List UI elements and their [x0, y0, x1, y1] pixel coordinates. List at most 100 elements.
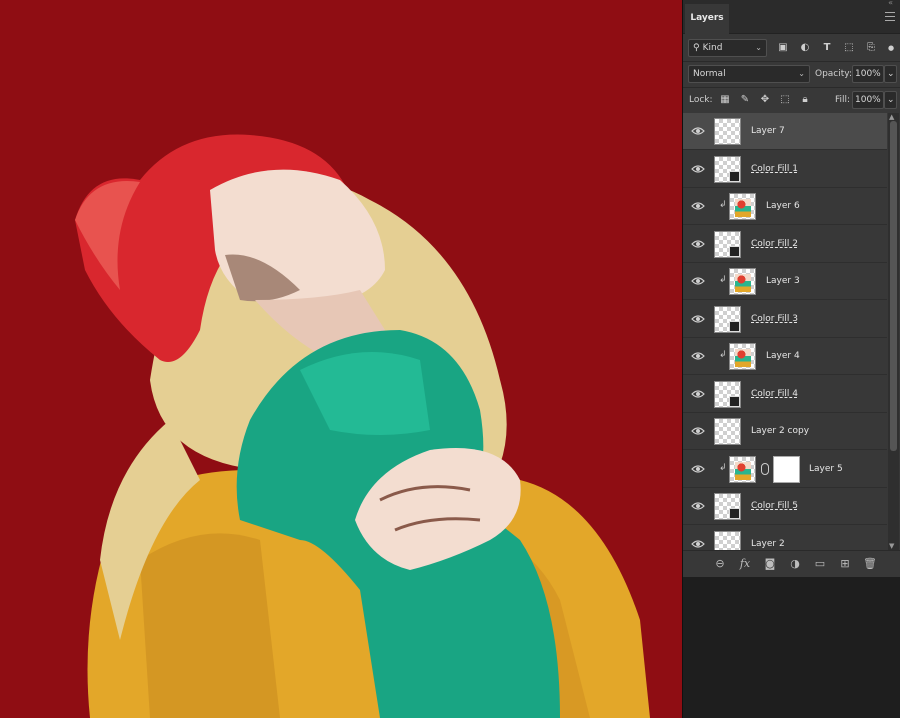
layer-thumbnail[interactable] — [714, 380, 741, 408]
document-canvas[interactable] — [0, 0, 682, 718]
type-filter-icon[interactable]: T — [820, 41, 834, 55]
visibility-eye-icon[interactable] — [691, 276, 705, 286]
lock-transparent-icon[interactable]: ▦ — [718, 93, 732, 107]
visibility-eye-icon[interactable] — [691, 501, 705, 511]
scroll-down-icon[interactable]: ▼ — [889, 542, 894, 550]
layer-row[interactable]: Color Fill 3 — [683, 300, 887, 338]
lock-artboard-icon[interactable]: ⬚ — [778, 93, 792, 107]
layer-thumbnail[interactable] — [714, 305, 741, 333]
layer-thumbnail[interactable] — [714, 230, 741, 258]
panel-footer: ⊖ fx ◙ ◑ ▭ ⊞ 🗑︎ — [683, 550, 900, 577]
smart-object-filter-icon[interactable]: ⎘ — [864, 41, 878, 55]
layers-list: Layer 7 Color Fill 1 ↲ Layer 6 Color Fill 2 ↲… — [683, 113, 887, 550]
visibility-eye-icon[interactable] — [691, 426, 705, 436]
fill-input[interactable]: 100% — [852, 91, 884, 109]
visibility-eye-icon[interactable] — [691, 351, 705, 361]
fill-layer-badge-icon — [729, 508, 740, 519]
fill-chevron-icon[interactable]: ⌄ — [884, 91, 897, 109]
layer-row[interactable]: Layer 2 copy — [683, 413, 887, 450]
layer-name[interactable]: Color Fill 2 — [751, 237, 798, 251]
visibility-eye-icon[interactable] — [691, 126, 705, 136]
artwork-illustration — [75, 134, 650, 718]
layer-row[interactable]: ↲ Layer 6 — [683, 188, 887, 225]
layer-row[interactable]: Layer 7 — [683, 113, 887, 150]
panel-menu-icon[interactable] — [885, 12, 895, 21]
trash-icon[interactable]: 🗑︎ — [862, 556, 878, 572]
mask-icon[interactable]: ◙ — [762, 556, 778, 572]
layer-name[interactable]: Layer 6 — [766, 199, 800, 213]
fill-label: Fill: — [835, 95, 851, 105]
layer-name[interactable]: Layer 7 — [751, 124, 785, 138]
chevron-down-icon: ⌄ — [798, 69, 805, 78]
adjustment-filter-icon[interactable]: ◐ — [798, 41, 812, 55]
clipping-mask-icon: ↲ — [719, 200, 727, 210]
layer-row[interactable]: ↲ Layer 5 — [683, 450, 887, 488]
visibility-eye-icon[interactable] — [691, 464, 705, 474]
fill-layer-badge-icon — [729, 320, 740, 332]
shape-filter-icon[interactable]: ⬚ — [842, 41, 856, 55]
scrollbar-thumb[interactable] — [890, 121, 897, 451]
blend-mode-value: Normal — [693, 69, 726, 79]
opacity-input[interactable]: 100% — [852, 65, 884, 83]
visibility-eye-icon[interactable] — [691, 539, 705, 549]
visibility-eye-icon[interactable] — [691, 201, 705, 211]
link-icon[interactable]: ⊖ — [712, 556, 728, 572]
fill-layer-badge-icon — [729, 170, 740, 182]
fill-layer-badge-icon — [729, 395, 740, 407]
layer-thumbnail[interactable] — [714, 418, 741, 445]
layer-name[interactable]: Layer 3 — [766, 274, 800, 288]
layer-name[interactable]: Color Fill 4 — [751, 387, 798, 401]
layer-row[interactable]: ↲ Layer 4 — [683, 338, 887, 375]
visibility-eye-icon[interactable] — [691, 239, 705, 249]
collapse-arrows-icon[interactable]: « — [888, 0, 893, 7]
layer-thumbnail[interactable] — [714, 118, 741, 145]
layer-name[interactable]: Layer 4 — [766, 349, 800, 363]
layer-name[interactable]: Layer 2 copy — [751, 424, 809, 438]
lock-brush-icon[interactable]: ✎ — [738, 93, 752, 107]
layer-row[interactable]: Color Fill 2 — [683, 225, 887, 263]
fx-icon[interactable]: fx — [737, 556, 753, 572]
layer-name[interactable]: Layer 5 — [809, 462, 843, 476]
layer-thumbnail[interactable] — [714, 493, 741, 520]
clipping-mask-icon: ↲ — [719, 350, 727, 360]
lock-all-icon[interactable]: 🔒︎ — [798, 93, 812, 107]
layer-thumbnail[interactable] — [729, 193, 756, 220]
filter-kind-dropdown[interactable]: ⚲ Kind ⌄ — [688, 39, 767, 57]
visibility-eye-icon[interactable] — [691, 314, 705, 324]
layer-thumbnail[interactable] — [714, 530, 741, 550]
layer-name[interactable]: Color Fill 3 — [751, 312, 798, 326]
layer-name[interactable]: Color Fill 1 — [751, 162, 798, 176]
layer-thumbnail[interactable] — [729, 455, 756, 483]
layer-row[interactable]: Color Fill 1 — [683, 150, 887, 188]
layer-thumbnail[interactable] — [729, 268, 756, 295]
opacity-chevron-icon[interactable]: ⌄ — [884, 65, 897, 83]
new-layer-icon[interactable]: ⊞ — [837, 556, 853, 572]
visibility-eye-icon[interactable] — [691, 389, 705, 399]
layer-row[interactable]: Color Fill 4 — [683, 375, 887, 413]
lock-move-icon[interactable]: ✥ — [758, 93, 772, 107]
filter-toggle-icon[interactable]: ● — [884, 41, 898, 55]
clipping-mask-icon: ↲ — [719, 275, 727, 285]
layer-thumbnail[interactable] — [714, 155, 741, 183]
adjustment-icon[interactable]: ◑ — [787, 556, 803, 572]
layer-row[interactable]: Color Fill 5 — [683, 488, 887, 525]
pixel-filter-icon[interactable]: ▣ — [776, 41, 790, 55]
mask-link-icon[interactable] — [761, 462, 769, 475]
scroll-up-icon[interactable]: ▲ — [889, 113, 894, 121]
search-icon: ⚲ — [693, 43, 700, 53]
filter-kind-value: Kind — [702, 43, 723, 53]
layer-row[interactable]: ↲ Layer 3 — [683, 263, 887, 300]
visibility-eye-icon[interactable] — [691, 164, 705, 174]
panel-tabbar: Layers « — [683, 0, 900, 34]
chevron-down-icon: ⌄ — [755, 43, 762, 52]
layer-thumbnail[interactable] — [729, 343, 756, 370]
layer-row[interactable]: Layer 2 — [683, 525, 887, 551]
tab-layers[interactable]: Layers — [685, 4, 729, 34]
layers-scrollbar[interactable]: ▲ ▼ — [888, 113, 899, 550]
layer-name[interactable]: Layer 2 — [751, 537, 785, 551]
folder-icon[interactable]: ▭ — [812, 556, 828, 572]
layers-panel: Layers « ⚲ Kind ⌄ ▣ ◐ T ⬚ ⎘ ● Normal ⌄ Op… — [682, 0, 900, 718]
layer-mask-thumbnail[interactable] — [773, 455, 800, 483]
layer-name[interactable]: Color Fill 5 — [751, 499, 798, 513]
blend-mode-dropdown[interactable]: Normal ⌄ — [688, 65, 810, 83]
